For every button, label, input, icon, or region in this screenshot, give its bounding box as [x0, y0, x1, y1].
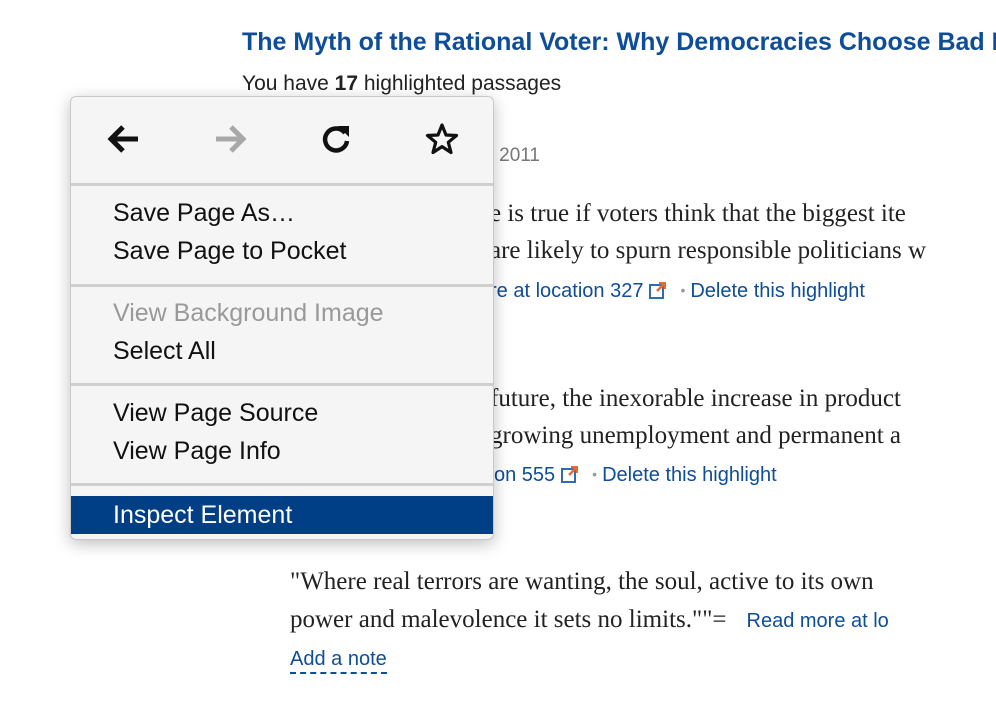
highlight-count: You have 17 highlighted passages — [242, 72, 562, 95]
highlight-2-meta: on 555 • Delete this highlight — [494, 464, 777, 487]
highlight-count-value: 17 — [334, 72, 359, 95]
read-more-link[interactable]: re at location 327 — [490, 280, 643, 302]
delete-highlight-link[interactable]: Delete this highlight — [602, 464, 777, 486]
separator-dot: • — [680, 282, 686, 298]
star-icon — [425, 123, 459, 155]
back-arrow-icon — [107, 125, 138, 153]
external-link-icon[interactable] — [649, 282, 667, 299]
menu-item-save-to-pocket[interactable]: Save Page to Pocket — [113, 237, 346, 266]
menu-item-inspect-element[interactable]: Inspect Element — [71, 496, 493, 534]
forward-arrow-icon — [216, 125, 247, 153]
context-menu: Save Page As… Save Page to Pocket View B… — [70, 96, 494, 540]
menu-separator — [71, 284, 493, 287]
highlight-2-text-line-2: growing unemployment and permanent a — [490, 422, 901, 449]
highlight-2-text-line-1: future, the inexorable increase in produ… — [490, 385, 901, 412]
menu-separator — [71, 183, 493, 186]
highlight-1-text-line-1: e is true if voters think that the bigge… — [490, 200, 906, 227]
menu-item-save-page-as[interactable]: Save Page As… — [113, 199, 295, 228]
highlight-1-meta: re at location 327 • Delete this highlight — [490, 280, 865, 303]
bookmark-button[interactable] — [418, 115, 466, 163]
highlight-3-text-line-2: power and malevolence it sets no limits.… — [290, 606, 889, 633]
forward-button[interactable] — [206, 115, 254, 163]
read-more-link[interactable]: Read more at lo — [747, 610, 889, 632]
menu-item-view-page-source[interactable]: View Page Source — [113, 399, 318, 428]
separator-dot: • — [592, 466, 598, 482]
book-title-link[interactable]: The Myth of the Rational Voter: Why Demo… — [242, 28, 996, 57]
reload-icon — [322, 126, 350, 153]
reload-button[interactable] — [312, 115, 360, 163]
read-more-link[interactable]: on 555 — [494, 464, 555, 486]
highlight-1-text-line-2: are likely to spurn responsible politici… — [490, 237, 927, 264]
highlight-3-text-line-1: "Where real terrors are wanting, the sou… — [290, 568, 874, 595]
menu-item-view-page-info[interactable]: View Page Info — [113, 437, 281, 466]
menu-item-select-all[interactable]: Select All — [113, 337, 216, 366]
delete-highlight-link[interactable]: Delete this highlight — [690, 280, 865, 302]
menu-separator — [71, 383, 493, 386]
menu-item-view-background-image: View Background Image — [113, 299, 384, 327]
menu-separator — [71, 483, 493, 486]
external-link-icon[interactable] — [561, 466, 579, 483]
back-button[interactable] — [100, 115, 148, 163]
add-note-link[interactable]: Add a note — [290, 648, 387, 674]
context-nav-row — [71, 97, 493, 183]
